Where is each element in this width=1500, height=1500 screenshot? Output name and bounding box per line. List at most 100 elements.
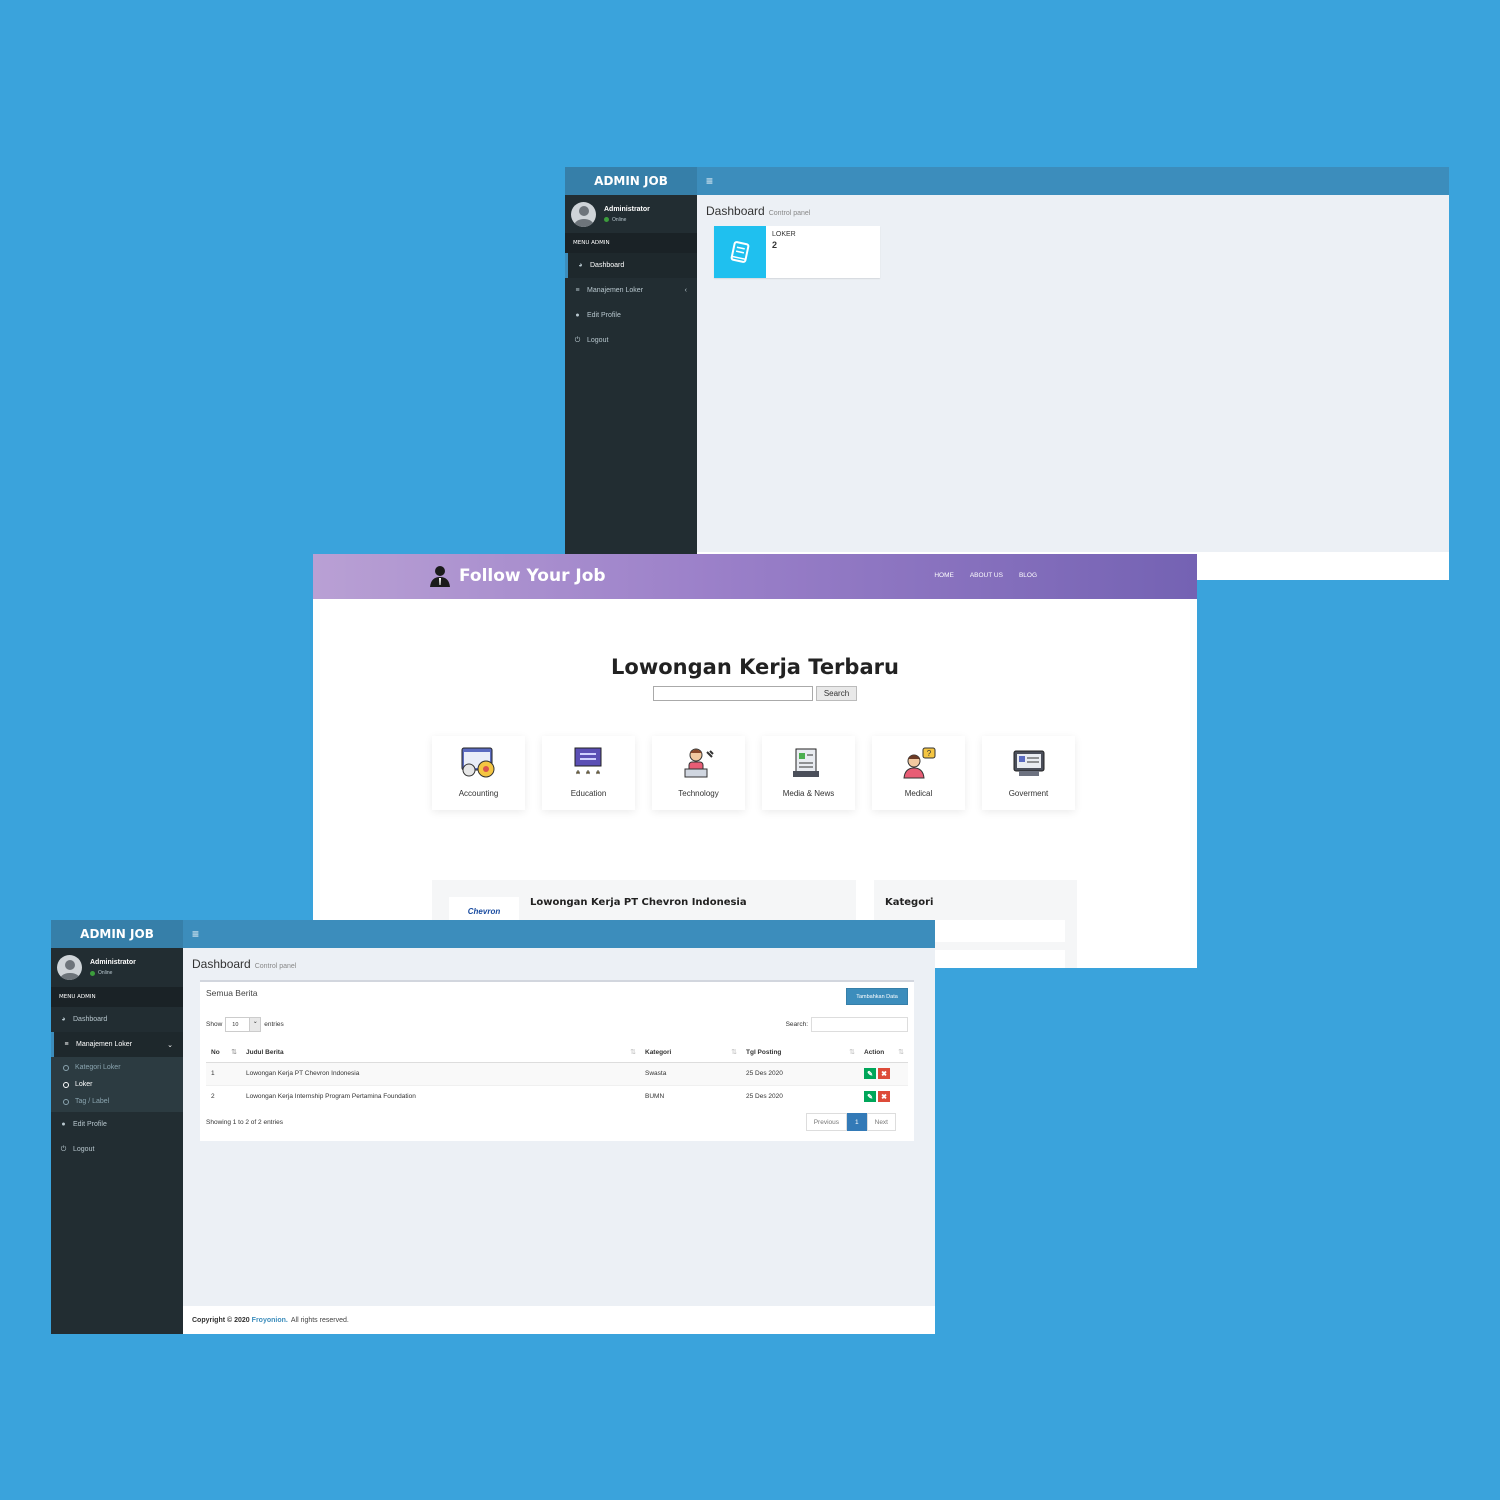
berita-box: Semua Berita Tambahkan Data Show 10 entr… <box>200 980 914 1141</box>
sort-icon: ⇅ <box>898 1049 904 1056</box>
add-data-button[interactable]: Tambahkan Data <box>846 988 908 1005</box>
user-status-label: Online <box>612 216 627 223</box>
edit-icon[interactable]: ✎ <box>864 1091 876 1103</box>
online-dot-icon <box>90 970 95 976</box>
brand-logo[interactable]: ADMIN JOB <box>565 167 697 195</box>
page-subtitle: Control panel <box>254 963 297 970</box>
sidebar-item-logout[interactable]: ⏻ Logout <box>565 328 697 353</box>
circle-icon <box>63 1081 69 1088</box>
chevron-left-icon: ‹ <box>684 287 687 294</box>
nav-blog[interactable]: BLOG <box>1019 572 1037 579</box>
submenu-item-tag-label[interactable]: Tag / Label <box>51 1093 183 1110</box>
submenu-item-loker[interactable]: Loker <box>51 1076 183 1093</box>
category-list: Accounting Education Technology Media & … <box>432 736 1075 810</box>
menu-header: MENU ADMIN <box>51 987 183 1007</box>
next-button[interactable]: Next <box>866 1113 896 1131</box>
power-icon: ⏻ <box>60 1145 67 1153</box>
sort-icon: ⇅ <box>849 1049 855 1056</box>
copyright-text: Copyright © 2020 <box>192 1316 250 1324</box>
sidebar-item-label: Dashboard <box>590 262 625 269</box>
show-label: Show <box>206 1021 223 1028</box>
cell-tgl: 25 Des 2020 <box>741 1084 859 1108</box>
submenu-item-kategori-loker[interactable]: Kategori Loker <box>51 1059 183 1076</box>
entries-length: Show 10 entries <box>206 1017 284 1032</box>
nav-home[interactable]: HOME <box>934 572 954 579</box>
sidebar-item-edit-profile[interactable]: ● Edit Profile <box>51 1112 183 1137</box>
category-label: Education <box>570 789 607 798</box>
search-input[interactable] <box>811 1017 908 1032</box>
category-label: Accounting <box>458 789 499 798</box>
sidebar-item-dashboard[interactable]: ◕ Dashboard <box>51 1007 183 1032</box>
category-media-news[interactable]: Media & News <box>762 736 855 810</box>
brand-logo[interactable]: ADMIN JOB <box>51 920 183 948</box>
sidebar-item-manajemen-loker[interactable]: ≡ Manajemen Loker ‹ <box>565 278 697 303</box>
loker-info-box: LOKER 2 <box>714 226 880 278</box>
sidebar-item-edit-profile[interactable]: ● Edit Profile <box>565 303 697 328</box>
sidebar-item-logout[interactable]: ⏻ Logout <box>51 1137 183 1162</box>
user-name: Administrator <box>90 959 136 966</box>
site-nav-links: HOME ABOUT US BLOG <box>934 572 1037 579</box>
sort-icon: ⇅ <box>630 1049 636 1056</box>
site-logo[interactable]: Follow Your Job <box>429 565 606 587</box>
category-label: Technology <box>678 789 719 798</box>
power-icon: ⏻ <box>574 336 581 344</box>
info-box-label: LOKER <box>772 231 796 238</box>
top-navbar: ≡ <box>697 167 1449 195</box>
sidebar-item-label: Logout <box>73 1146 95 1153</box>
entries-label: entries <box>264 1021 284 1028</box>
sidebar-item-label: Edit Profile <box>73 1121 107 1128</box>
category-label: Medical <box>904 789 933 798</box>
previous-button[interactable]: Previous <box>805 1113 847 1131</box>
avatar <box>571 201 596 227</box>
list-icon: ≡ <box>64 1041 69 1048</box>
sidebar: Administrator Online MENU ADMIN ◕ Dashboa… <box>51 948 183 1334</box>
nav-about-us[interactable]: ABOUT US <box>970 572 1003 579</box>
user-status: Online <box>90 970 136 976</box>
edit-icon[interactable]: ✎ <box>864 1068 876 1079</box>
job-title[interactable]: Lowongan Kerja PT Chevron Indonesia <box>530 897 747 908</box>
table-info: Showing 1 to 2 of 2 entries <box>206 1119 283 1126</box>
sidebar-item-manajemen-loker[interactable]: ≡ Manajemen Loker ⌄ <box>51 1032 183 1057</box>
chevron-down-icon: ⌄ <box>167 1041 173 1049</box>
search-input[interactable] <box>653 686 813 701</box>
page-1-button[interactable]: 1 <box>847 1113 867 1131</box>
submenu-label: Loker <box>75 1081 93 1088</box>
cell-no: 1 <box>206 1061 241 1085</box>
menu-header: MENU ADMIN <box>565 233 697 253</box>
column-header-judul[interactable]: Judul Berita ⇅ <box>241 1043 640 1063</box>
submenu-label: Tag / Label <box>75 1098 110 1105</box>
category-technology[interactable]: Technology <box>652 736 745 810</box>
column-header-no[interactable]: No ⇅ <box>206 1043 241 1063</box>
site-brand: Follow Your Job <box>459 566 606 586</box>
technology-icon <box>684 748 714 778</box>
column-header-tgl-posting[interactable]: Tgl Posting ⇅ <box>741 1043 859 1063</box>
user-status-label: Online <box>98 970 113 976</box>
user-panel: Administrator Online <box>51 948 183 987</box>
table-search: Search: <box>786 1017 908 1032</box>
sidebar-item-dashboard[interactable]: ◕ Dashboard <box>565 253 697 278</box>
category-accounting[interactable]: Accounting <box>432 736 525 810</box>
search-button[interactable]: Search <box>816 686 857 701</box>
sidebar-item-label: Edit Profile <box>587 312 621 319</box>
circle-icon <box>63 1064 69 1071</box>
dashboard-icon: ◕ <box>578 262 583 269</box>
page-title-text: Dashboard <box>192 957 251 971</box>
column-header-action[interactable]: Action ⇅ <box>859 1043 908 1063</box>
sidebar-item-label: Manajemen Loker <box>76 1041 133 1048</box>
column-header-kategori[interactable]: Kategori ⇅ <box>640 1043 741 1063</box>
content-area: Dashboard Control panel LOKER 2 <box>697 195 1449 552</box>
top-navbar: ≡ <box>183 920 935 948</box>
page-heading: Lowongan Kerja Terbaru <box>611 655 899 679</box>
category-education[interactable]: Education <box>542 736 635 810</box>
person-icon <box>430 566 450 587</box>
company-link[interactable]: Froyonion. <box>252 1317 288 1324</box>
dashboard-icon: ◕ <box>61 1016 66 1023</box>
entries-select[interactable]: 10 <box>225 1017 262 1032</box>
category-goverment[interactable]: Goverment <box>982 736 1075 810</box>
column-label: Tgl Posting <box>746 1048 782 1056</box>
category-medical[interactable]: ? Medical <box>872 736 965 810</box>
delete-icon[interactable]: ✖ <box>878 1068 890 1079</box>
sidebar-toggle-icon[interactable]: ≡ <box>192 927 199 941</box>
sidebar-toggle-icon[interactable]: ≡ <box>706 174 713 188</box>
delete-icon[interactable]: ✖ <box>878 1091 890 1103</box>
